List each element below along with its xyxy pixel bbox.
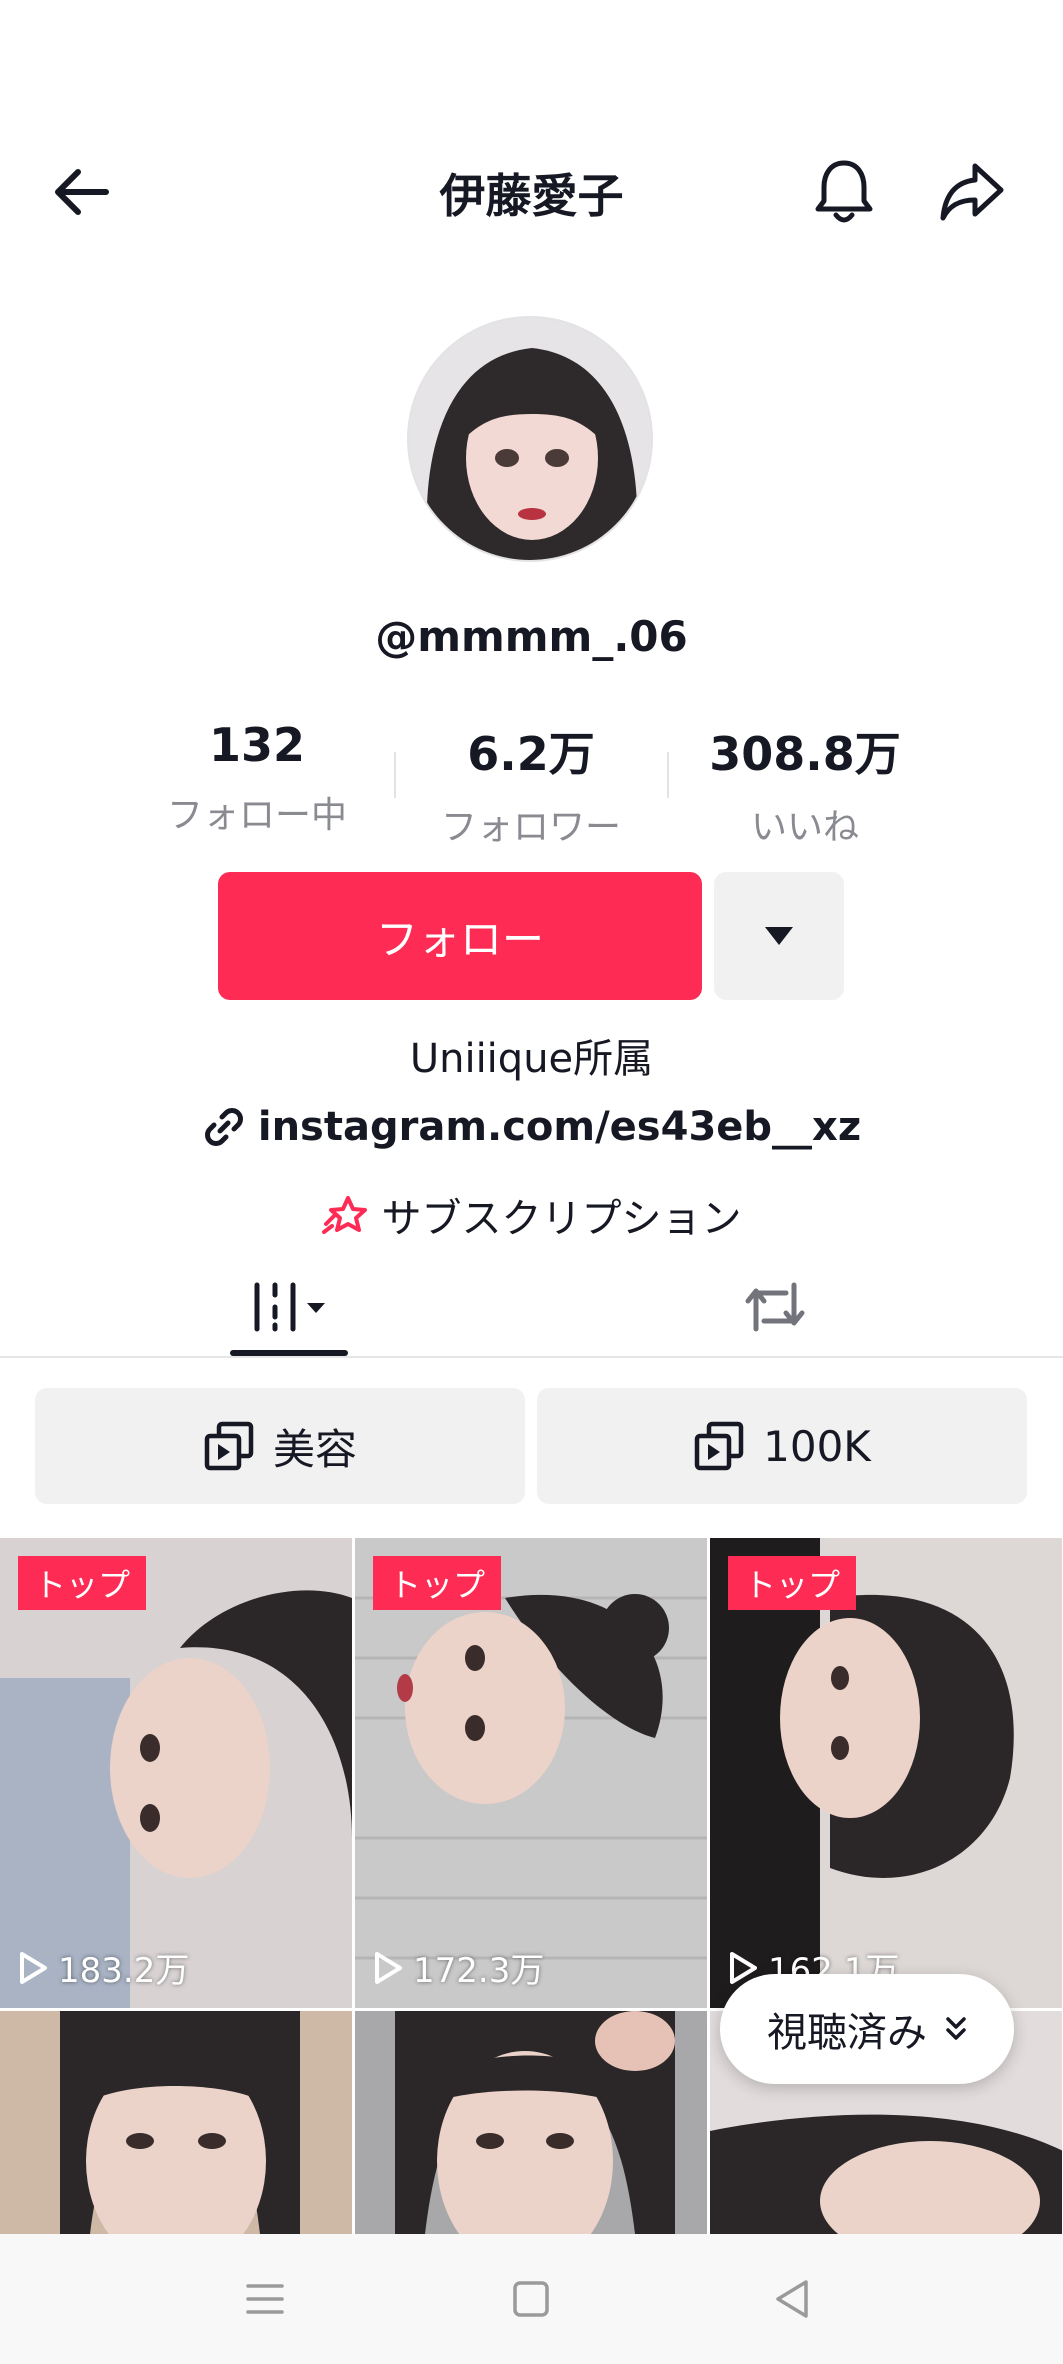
link-icon <box>204 1108 243 1146</box>
followers-stat[interactable]: 6.2万 フォロワー <box>411 718 651 850</box>
tabs-divider <box>0 1356 1063 1358</box>
watched-filter-button[interactable]: 視聴済み <box>720 1974 1014 2084</box>
play-icon <box>20 1951 47 1984</box>
square-icon <box>513 2281 549 2317</box>
video-thumbnail-image <box>0 2011 352 2234</box>
share-button[interactable] <box>932 152 1012 232</box>
following-count: 132 <box>208 718 306 772</box>
back-nav-button[interactable] <box>768 2274 818 2324</box>
playlist-beauty[interactable]: 美容 <box>35 1388 525 1504</box>
avatar[interactable] <box>407 316 653 562</box>
video-thumbnail[interactable] <box>0 2011 352 2234</box>
followers-label: フォロワー <box>440 807 621 848</box>
suggested-accounts-button[interactable] <box>714 872 844 1000</box>
top-badge: トップ <box>373 1556 502 1610</box>
bio-text: Uniiique所属 <box>409 1036 654 1082</box>
subscription-star-icon <box>321 1196 367 1234</box>
likes-label: いいね <box>750 807 859 848</box>
subscription-label: サブスクリプション <box>381 1196 742 1242</box>
watched-label: 視聴済み <box>767 2010 927 2056</box>
playlist-icon <box>204 1421 254 1471</box>
video-thumbnail[interactable]: トップ 172.3万 <box>355 1538 707 2008</box>
view-count: 172.3万 <box>373 1943 544 1992</box>
followers-count: 6.2万 <box>467 727 595 781</box>
double-chevron-down-icon <box>946 2017 966 2040</box>
menu-icon <box>246 2284 284 2314</box>
system-navigation-bar <box>0 2234 1063 2364</box>
notification-bell-button[interactable] <box>804 152 884 232</box>
video-thumbnail[interactable] <box>355 2011 707 2234</box>
bio-link[interactable]: instagram.com/es43eb__xz <box>0 1104 1063 1150</box>
subscription-link[interactable]: サブスクリプション <box>0 1186 1063 1244</box>
page-title: 伊藤愛子 <box>439 169 624 223</box>
likes-stat[interactable]: 308.8万 いいね <box>685 718 925 850</box>
following-label: フォロー中 <box>166 795 347 836</box>
view-count-text: 172.3万 <box>413 1951 545 1991</box>
caret-down-icon <box>765 927 793 945</box>
tab-videos[interactable] <box>230 1260 348 1354</box>
playlist-label: 美容 <box>272 1424 357 1474</box>
tab-reposts[interactable] <box>716 1260 834 1354</box>
stat-divider <box>667 752 669 798</box>
playlist-label: 100K <box>763 1421 871 1471</box>
username-handle: @mmmm_.06 <box>375 612 688 661</box>
playlist-icon <box>694 1421 744 1471</box>
playlist-100k[interactable]: 100K <box>537 1388 1027 1504</box>
view-count: 183.2万 <box>18 1943 189 1992</box>
view-count-text: 183.2万 <box>58 1951 190 1991</box>
stat-divider <box>394 752 396 798</box>
video-thumbnail[interactable]: トップ 183.2万 <box>0 1538 352 2008</box>
bio-link-text: instagram.com/es43eb__xz <box>257 1104 862 1150</box>
top-badge: トップ <box>18 1556 147 1610</box>
play-icon <box>375 1951 402 1984</box>
repost-icon <box>745 1282 805 1332</box>
top-badge: トップ <box>728 1556 857 1610</box>
bell-icon <box>815 160 873 223</box>
recents-button[interactable] <box>240 2274 290 2324</box>
video-thumbnail[interactable]: トップ 162.1万 <box>710 1538 1062 2008</box>
video-grid-icon <box>254 1282 325 1332</box>
share-icon <box>940 163 1004 221</box>
follow-button[interactable]: フォロー <box>218 872 702 1000</box>
home-button[interactable] <box>506 2274 556 2324</box>
following-stat[interactable]: 132 フォロー中 <box>137 718 377 838</box>
video-thumbnail-image <box>355 2011 707 2234</box>
avatar-image <box>409 318 651 560</box>
triangle-back-icon <box>776 2280 808 2318</box>
likes-count: 308.8万 <box>709 727 901 781</box>
